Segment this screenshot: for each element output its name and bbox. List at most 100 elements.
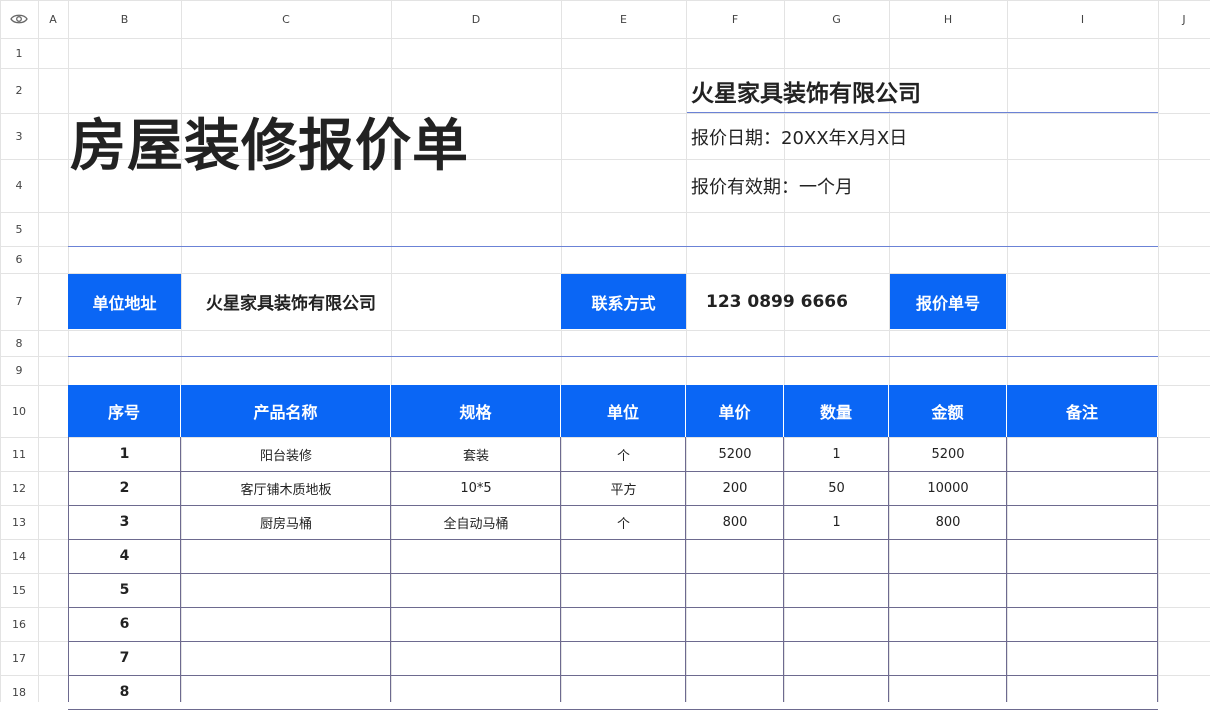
row-header-7[interactable]: 7 [0,273,38,330]
table-cell[interactable] [784,573,889,607]
column-header-D[interactable]: D [391,0,561,38]
table-cell[interactable] [889,607,1007,641]
row-header-13[interactable]: 13 [0,505,38,539]
table-cell[interactable] [1007,471,1158,505]
visibility-eye-icon[interactable] [0,0,38,38]
table-cell[interactable]: 50 [784,471,889,505]
row-header-6[interactable]: 6 [0,246,38,273]
column-header-H[interactable]: H [889,0,1007,38]
row-header-18[interactable]: 18 [0,675,38,709]
table-cell[interactable] [784,641,889,675]
table-cell[interactable] [561,607,686,641]
table-cell[interactable] [889,675,1007,709]
table-cell[interactable] [391,539,561,573]
row-header-12[interactable]: 12 [0,471,38,505]
table-cell[interactable]: 10*5 [391,471,561,505]
table-cell[interactable] [1007,539,1158,573]
table-cell[interactable] [181,573,391,607]
table-cell[interactable]: 2 [68,471,181,505]
table-cell[interactable] [561,539,686,573]
table-cell[interactable] [391,675,561,709]
table-cell[interactable] [1007,607,1158,641]
table-cell[interactable]: 个 [561,437,686,471]
table-cell[interactable] [686,539,784,573]
table-cell[interactable] [391,573,561,607]
table-cell[interactable] [889,539,1007,573]
table-cell[interactable] [686,607,784,641]
table-cell[interactable] [784,539,889,573]
row-header-17[interactable]: 17 [0,641,38,675]
row-header-11[interactable]: 11 [0,437,38,471]
table-cell[interactable] [686,641,784,675]
table-cell[interactable]: 1 [784,437,889,471]
gridline-v [38,0,39,702]
table-cell[interactable]: 套装 [391,437,561,471]
row-header-1[interactable]: 1 [0,38,38,68]
column-header-J[interactable]: J [1158,0,1210,38]
table-col-border [888,437,889,702]
table-cell[interactable]: 阳台装修 [181,437,391,471]
table-cell[interactable] [1007,573,1158,607]
table-cell[interactable]: 7 [68,641,181,675]
section-divider-1 [68,246,1158,247]
table-cell[interactable]: 1 [784,505,889,539]
table-cell[interactable] [391,641,561,675]
table-cell[interactable]: 800 [686,505,784,539]
table-cell[interactable] [181,675,391,709]
table-cell[interactable]: 个 [561,505,686,539]
contact-value[interactable]: 123 0899 6666 [706,274,848,329]
table-cell[interactable]: 4 [68,539,181,573]
table-cell[interactable] [1007,437,1158,471]
table-cell[interactable]: 5200 [686,437,784,471]
table-cell[interactable] [561,573,686,607]
row-header-10[interactable]: 10 [0,385,38,437]
table-cell[interactable] [889,573,1007,607]
table-cell[interactable]: 厨房马桶 [181,505,391,539]
column-header-C[interactable]: C [181,0,391,38]
table-cell[interactable] [391,607,561,641]
table-cell[interactable] [889,641,1007,675]
column-header-G[interactable]: G [784,0,889,38]
table-cell[interactable] [1007,641,1158,675]
table-cell[interactable] [181,607,391,641]
table-cell[interactable] [561,675,686,709]
row-header-3[interactable]: 3 [0,113,38,159]
column-header-I[interactable]: I [1007,0,1158,38]
table-cell[interactable] [784,607,889,641]
row-header-16[interactable]: 16 [0,607,38,641]
row-header-4[interactable]: 4 [0,159,38,212]
table-cell[interactable]: 客厅铺木质地板 [181,471,391,505]
table-cell[interactable]: 全自动马桶 [391,505,561,539]
table-cell[interactable] [686,573,784,607]
column-header-E[interactable]: E [561,0,686,38]
table-cell[interactable]: 10000 [889,471,1007,505]
table-cell[interactable] [1007,505,1158,539]
table-cell[interactable] [561,641,686,675]
table-cell[interactable]: 5 [68,573,181,607]
table-cell[interactable]: 200 [686,471,784,505]
table-cell[interactable]: 1 [68,437,181,471]
table-cell[interactable] [181,539,391,573]
address-value[interactable]: 火星家具装饰有限公司 [206,274,376,329]
row-header-5[interactable]: 5 [0,212,38,246]
table-cell[interactable] [1007,675,1158,709]
table-cell[interactable] [181,641,391,675]
table-cell[interactable]: 8 [68,675,181,709]
table-cell[interactable]: 5200 [889,437,1007,471]
row-header-14[interactable]: 14 [0,539,38,573]
gridline-v [1158,0,1159,702]
column-header-B[interactable]: B [68,0,181,38]
row-header-8[interactable]: 8 [0,330,38,356]
table-cell[interactable]: 平方 [561,471,686,505]
column-header-A[interactable]: A [38,0,68,38]
table-cell[interactable] [784,675,889,709]
table-cell[interactable] [686,675,784,709]
row-header-15[interactable]: 15 [0,573,38,607]
table-cell[interactable]: 6 [68,607,181,641]
row-header-2[interactable]: 2 [0,68,38,113]
row-header-9[interactable]: 9 [0,356,38,385]
table-header-separator [685,385,686,437]
table-cell[interactable]: 800 [889,505,1007,539]
table-cell[interactable]: 3 [68,505,181,539]
column-header-F[interactable]: F [686,0,784,38]
